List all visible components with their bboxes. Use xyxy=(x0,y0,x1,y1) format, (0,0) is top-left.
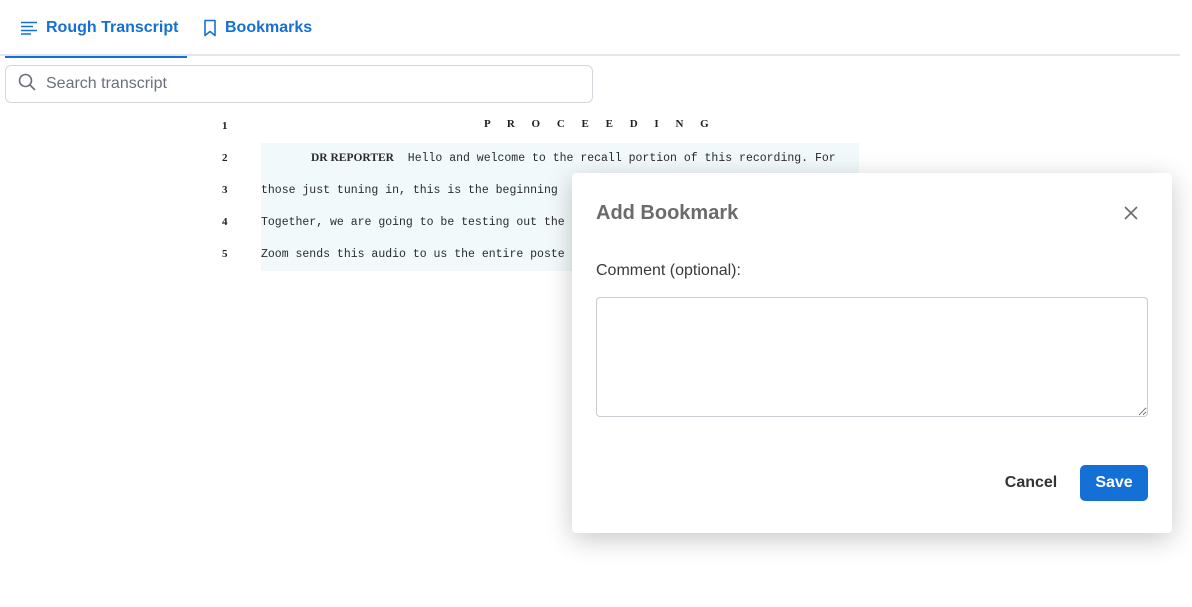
speaker-name: DR REPORTER xyxy=(311,152,394,164)
search-icon xyxy=(18,73,36,96)
add-bookmark-dialog: Add Bookmark Comment (optional): Cancel … xyxy=(572,173,1172,533)
tab-label: Bookmarks xyxy=(225,19,313,36)
cancel-button[interactable]: Cancel xyxy=(990,465,1072,501)
line-text: Together, we are going to be testing out… xyxy=(261,215,565,229)
search-input[interactable] xyxy=(46,75,566,93)
search-box xyxy=(5,65,593,103)
line-number: 1 xyxy=(222,120,228,132)
transcript-heading: P R O C E E D I N G xyxy=(484,118,716,130)
tab-rough-transcript[interactable]: Rough Transcript xyxy=(5,0,187,58)
line-text: those just tuning in, this is the beginn… xyxy=(261,183,558,197)
transcript-line[interactable]: DR REPORTER Hello and welcome to the rec… xyxy=(311,142,836,174)
transcript-line[interactable]: Together, we are going to be testing out… xyxy=(261,206,565,238)
tab-bookmarks[interactable]: Bookmarks xyxy=(203,0,312,56)
save-button[interactable]: Save xyxy=(1080,465,1148,501)
comment-label: Comment (optional): xyxy=(596,262,741,279)
line-number: 3 xyxy=(222,184,228,196)
transcript-line[interactable]: those just tuning in, this is the beginn… xyxy=(261,174,558,206)
comment-textarea[interactable] xyxy=(596,297,1148,417)
dialog-title: Add Bookmark xyxy=(596,202,739,224)
tab-label: Rough Transcript xyxy=(46,19,179,36)
bookmark-icon xyxy=(203,19,217,37)
lines-icon xyxy=(20,21,38,35)
transcript-line[interactable]: Zoom sends this audio to us the entire p… xyxy=(261,238,565,270)
tab-bar: Rough Transcript Bookmarks xyxy=(0,0,1180,58)
close-icon[interactable] xyxy=(1123,205,1139,221)
line-text: Zoom sends this audio to us the entire p… xyxy=(261,247,565,261)
line-number: 4 xyxy=(222,216,228,228)
line-number: 2 xyxy=(222,152,228,164)
line-text: Hello and welcome to the recall portion … xyxy=(393,151,836,165)
line-number: 5 xyxy=(222,248,228,260)
